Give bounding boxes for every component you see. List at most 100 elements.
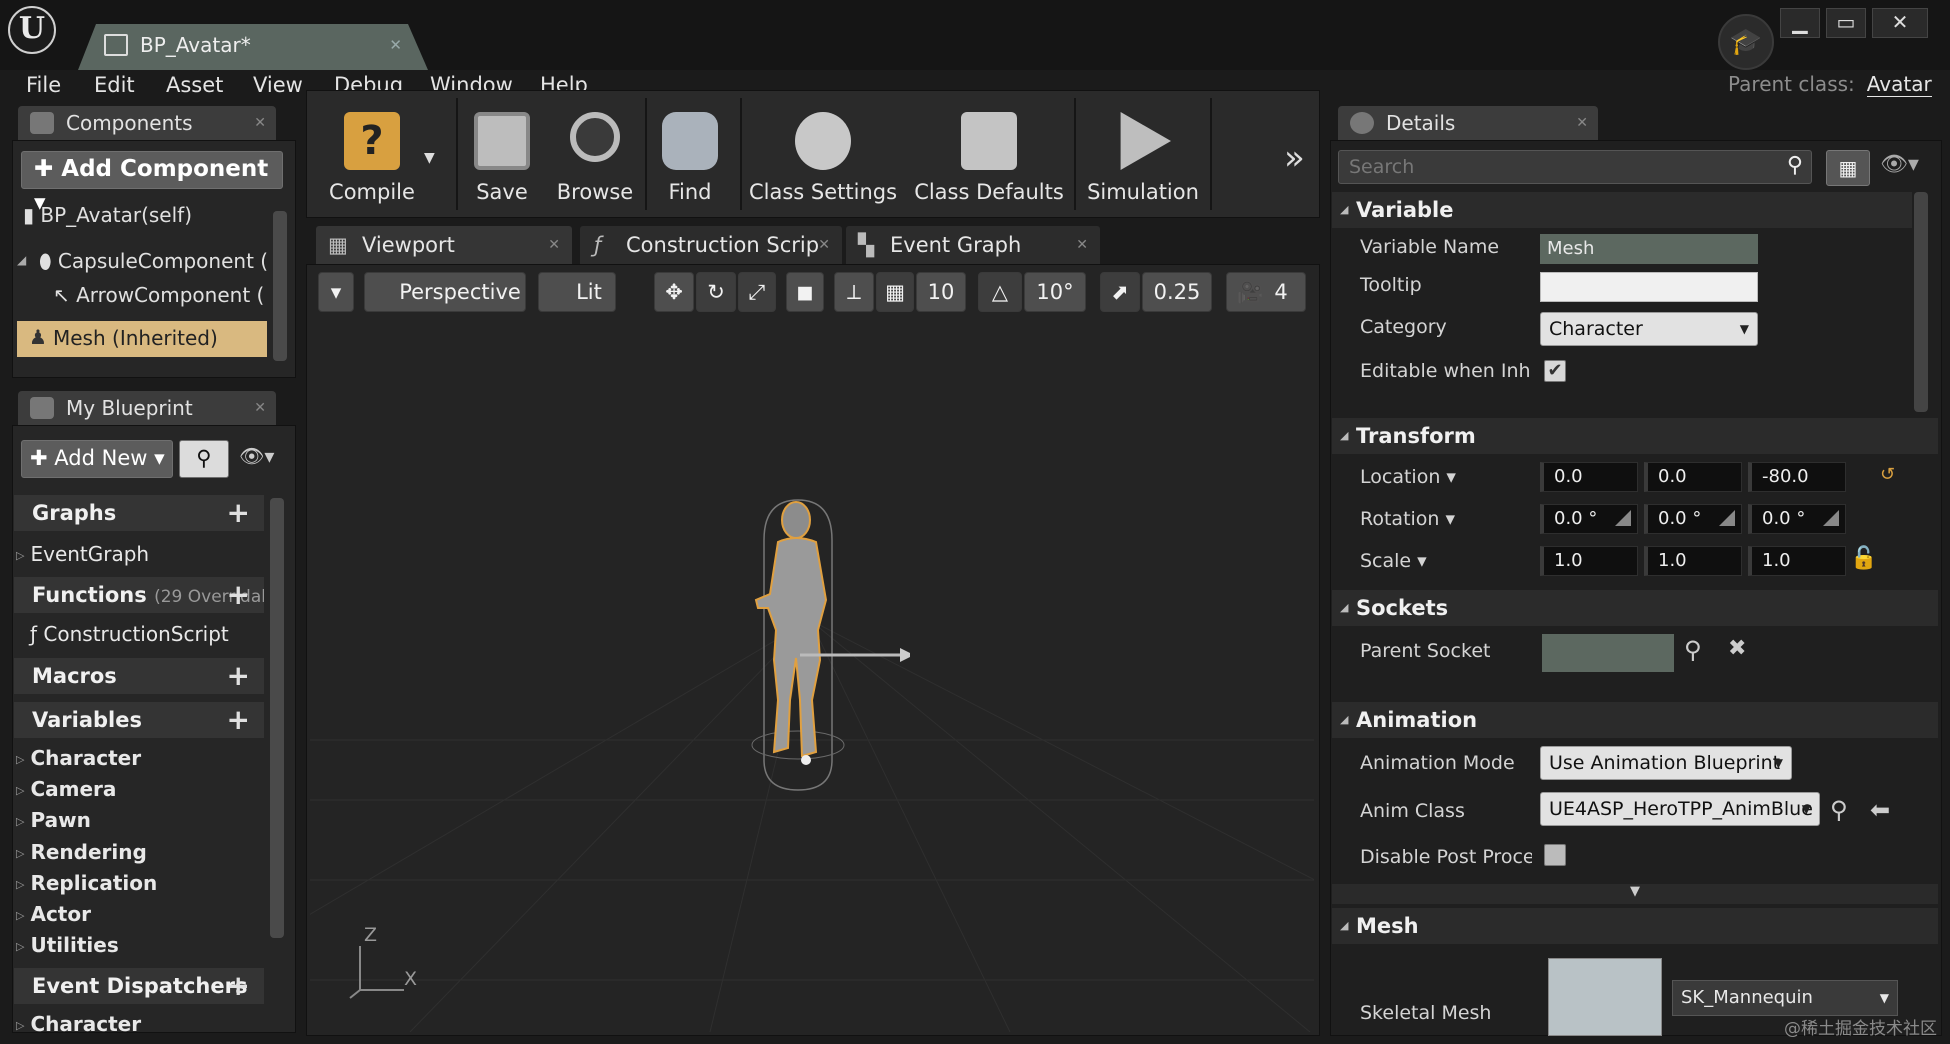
translate-mode-icon[interactable]: ✥ xyxy=(654,272,694,312)
scale-label[interactable]: Scale ▾ xyxy=(1360,550,1427,572)
variable-group[interactable]: Character xyxy=(16,746,141,770)
close-tab-icon[interactable]: ✕ xyxy=(254,106,266,140)
rotation-snap-icon[interactable]: △ xyxy=(978,272,1022,312)
macros-category[interactable]: Macros + xyxy=(14,658,264,694)
find-button[interactable]: Find xyxy=(650,94,730,212)
variable-group[interactable]: Pawn xyxy=(16,808,90,832)
location-x-field[interactable]: 0.0 xyxy=(1540,462,1638,492)
browse-socket-icon[interactable]: ⚲ xyxy=(1684,636,1702,664)
class-defaults-button[interactable]: Class Defaults xyxy=(912,94,1066,212)
simulation-button[interactable]: Simulation xyxy=(1084,94,1202,212)
scale-y-field[interactable]: 1.0 xyxy=(1644,546,1742,576)
advanced-expander-icon[interactable]: ▼ xyxy=(1332,884,1938,904)
tab-viewport[interactable]: ▦ Viewport ✕ xyxy=(316,226,572,264)
tooltip-field[interactable] xyxy=(1540,272,1758,302)
reset-to-default-icon[interactable]: ↺ xyxy=(1880,464,1895,485)
compile-options-dropdown[interactable]: ▼ xyxy=(424,150,435,166)
browse-asset-icon[interactable]: ⚲ xyxy=(1830,796,1848,824)
menu-view[interactable]: View xyxy=(253,73,303,97)
browse-button[interactable]: Browse xyxy=(550,94,640,212)
menu-edit[interactable]: Edit xyxy=(94,73,135,97)
animation-mode-dropdown[interactable]: Use Animation Blueprint ▼ xyxy=(1540,746,1792,780)
my-blueprint-scrollbar[interactable] xyxy=(270,498,284,938)
location-z-field[interactable]: -80.0 xyxy=(1748,462,1846,492)
rotation-x-field[interactable]: 0.0 ° xyxy=(1540,504,1638,534)
functions-category[interactable]: Functions (29 Overridable+ xyxy=(14,577,264,613)
section-animation[interactable]: Animation xyxy=(1332,702,1938,738)
toolbar-overflow-chevron-icon[interactable]: » xyxy=(1284,138,1305,178)
add-component-button[interactable]: ✚ Add Component ▾ xyxy=(21,151,283,216)
document-tab[interactable]: BP_Avatar* ✕ xyxy=(78,24,428,70)
variables-category[interactable]: Variables + xyxy=(14,702,264,738)
scale-mode-icon[interactable]: ⤢ xyxy=(738,272,776,312)
coordinate-space-icon[interactable]: ◼ xyxy=(786,272,824,312)
details-search-input[interactable]: Search ⚲ xyxy=(1338,150,1812,184)
property-matrix-icon[interactable]: ▦ xyxy=(1826,150,1870,186)
viewport-options-dropdown[interactable]: ▾ xyxy=(318,272,354,312)
add-macro-icon[interactable]: + xyxy=(227,658,250,694)
grid-snap-icon[interactable]: ▦ xyxy=(876,272,914,312)
variable-group[interactable]: Camera xyxy=(16,777,116,801)
scale-snap-value[interactable]: 0.25 xyxy=(1142,272,1212,312)
section-transform[interactable]: Transform xyxy=(1332,418,1938,454)
variable-name-field[interactable]: Mesh xyxy=(1540,234,1758,264)
editable-inherit-checkbox[interactable]: ✔ xyxy=(1544,360,1566,382)
close-window-button[interactable]: ✕ xyxy=(1872,8,1928,38)
dispatchers-category[interactable]: Event Dispatchers + xyxy=(14,968,264,1004)
tree-item-mesh-selected[interactable]: Mesh (Inherited) ♟ xyxy=(17,321,267,357)
rotation-y-field[interactable]: 0.0 ° xyxy=(1644,504,1742,534)
tree-item-capsule[interactable]: ⬮ CapsuleComponent ( xyxy=(39,249,268,273)
rotation-z-field[interactable]: 0.0 ° xyxy=(1748,504,1846,534)
lock-icon[interactable]: 🔓 xyxy=(1850,546,1877,571)
minimize-button[interactable]: ▁ xyxy=(1780,8,1820,38)
section-variable[interactable]: Variable xyxy=(1332,192,1912,228)
close-tab-icon[interactable]: ✕ xyxy=(389,36,402,54)
parent-class-link[interactable]: Avatar xyxy=(1866,72,1932,97)
visibility-eye-icon[interactable]: 👁▾ xyxy=(1880,152,1919,177)
expand-arrow-icon[interactable]: ◢ xyxy=(17,253,26,267)
lit-button[interactable]: Lit xyxy=(538,272,616,312)
details-tab[interactable]: Details ✕ xyxy=(1338,106,1598,140)
visibility-eye-icon[interactable]: 👁▾ xyxy=(239,444,274,468)
maximize-button[interactable]: ▭ xyxy=(1826,8,1866,38)
tree-item-self[interactable]: ▮ BP_Avatar(self) xyxy=(23,203,192,227)
close-tab-icon[interactable]: ✕ xyxy=(1076,226,1088,264)
graph-item-eventgraph[interactable]: EventGraph xyxy=(16,542,149,566)
class-settings-button[interactable]: Class Settings xyxy=(748,94,898,212)
close-tab-icon[interactable]: ✕ xyxy=(818,226,830,264)
location-y-field[interactable]: 0.0 xyxy=(1644,462,1742,492)
section-sockets[interactable]: Sockets xyxy=(1332,590,1938,626)
surface-snap-icon[interactable]: ⟂ xyxy=(834,272,874,312)
skeletal-mesh-thumbnail[interactable] xyxy=(1548,958,1662,1036)
variable-group[interactable]: Replication xyxy=(16,871,157,895)
dispatcher-group[interactable]: Character xyxy=(16,1012,141,1036)
components-scrollbar[interactable] xyxy=(273,211,287,361)
perspective-button[interactable]: Perspective xyxy=(364,272,526,312)
rotation-snap-value[interactable]: 10° xyxy=(1024,272,1086,312)
function-item-construction[interactable]: ƒ ConstructionScript xyxy=(30,622,229,646)
use-selected-arrow-icon[interactable]: ⬅ xyxy=(1870,796,1890,824)
variable-group[interactable]: Utilities xyxy=(16,933,118,957)
add-new-button[interactable]: ✚ Add New ▾ xyxy=(21,440,173,478)
graphs-category[interactable]: Graphs + xyxy=(14,495,264,531)
close-tab-icon[interactable]: ✕ xyxy=(254,391,266,425)
disable-post-process-checkbox[interactable] xyxy=(1544,844,1566,866)
tab-construction-script[interactable]: ƒ Construction Scrip ✕ xyxy=(580,226,842,264)
category-dropdown[interactable]: Character ▼ xyxy=(1540,312,1758,346)
save-button[interactable]: Save xyxy=(462,94,542,212)
variable-group[interactable]: Rendering xyxy=(16,840,146,864)
scale-x-field[interactable]: 1.0 xyxy=(1540,546,1638,576)
rotate-mode-icon[interactable]: ↻ xyxy=(696,272,736,312)
learn-cap-icon[interactable]: 🎓 xyxy=(1718,14,1774,70)
close-tab-icon[interactable]: ✕ xyxy=(1576,106,1588,140)
camera-speed-button[interactable]: 🎥 4 xyxy=(1226,272,1306,312)
section-mesh[interactable]: Mesh xyxy=(1332,908,1938,944)
add-variable-icon[interactable]: + xyxy=(227,702,250,738)
components-tab[interactable]: Components ✕ xyxy=(18,106,276,140)
skeletal-mesh-dropdown[interactable]: SK_Mannequin ▼ xyxy=(1672,980,1898,1016)
add-function-icon[interactable]: + xyxy=(227,577,250,613)
menu-file[interactable]: File xyxy=(26,73,61,97)
rotation-label[interactable]: Rotation ▾ xyxy=(1360,508,1455,530)
search-icon[interactable]: ⚲ xyxy=(179,440,229,478)
anim-class-dropdown[interactable]: UE4ASP_HeroTPP_AnimBlue ▼ xyxy=(1540,792,1820,826)
